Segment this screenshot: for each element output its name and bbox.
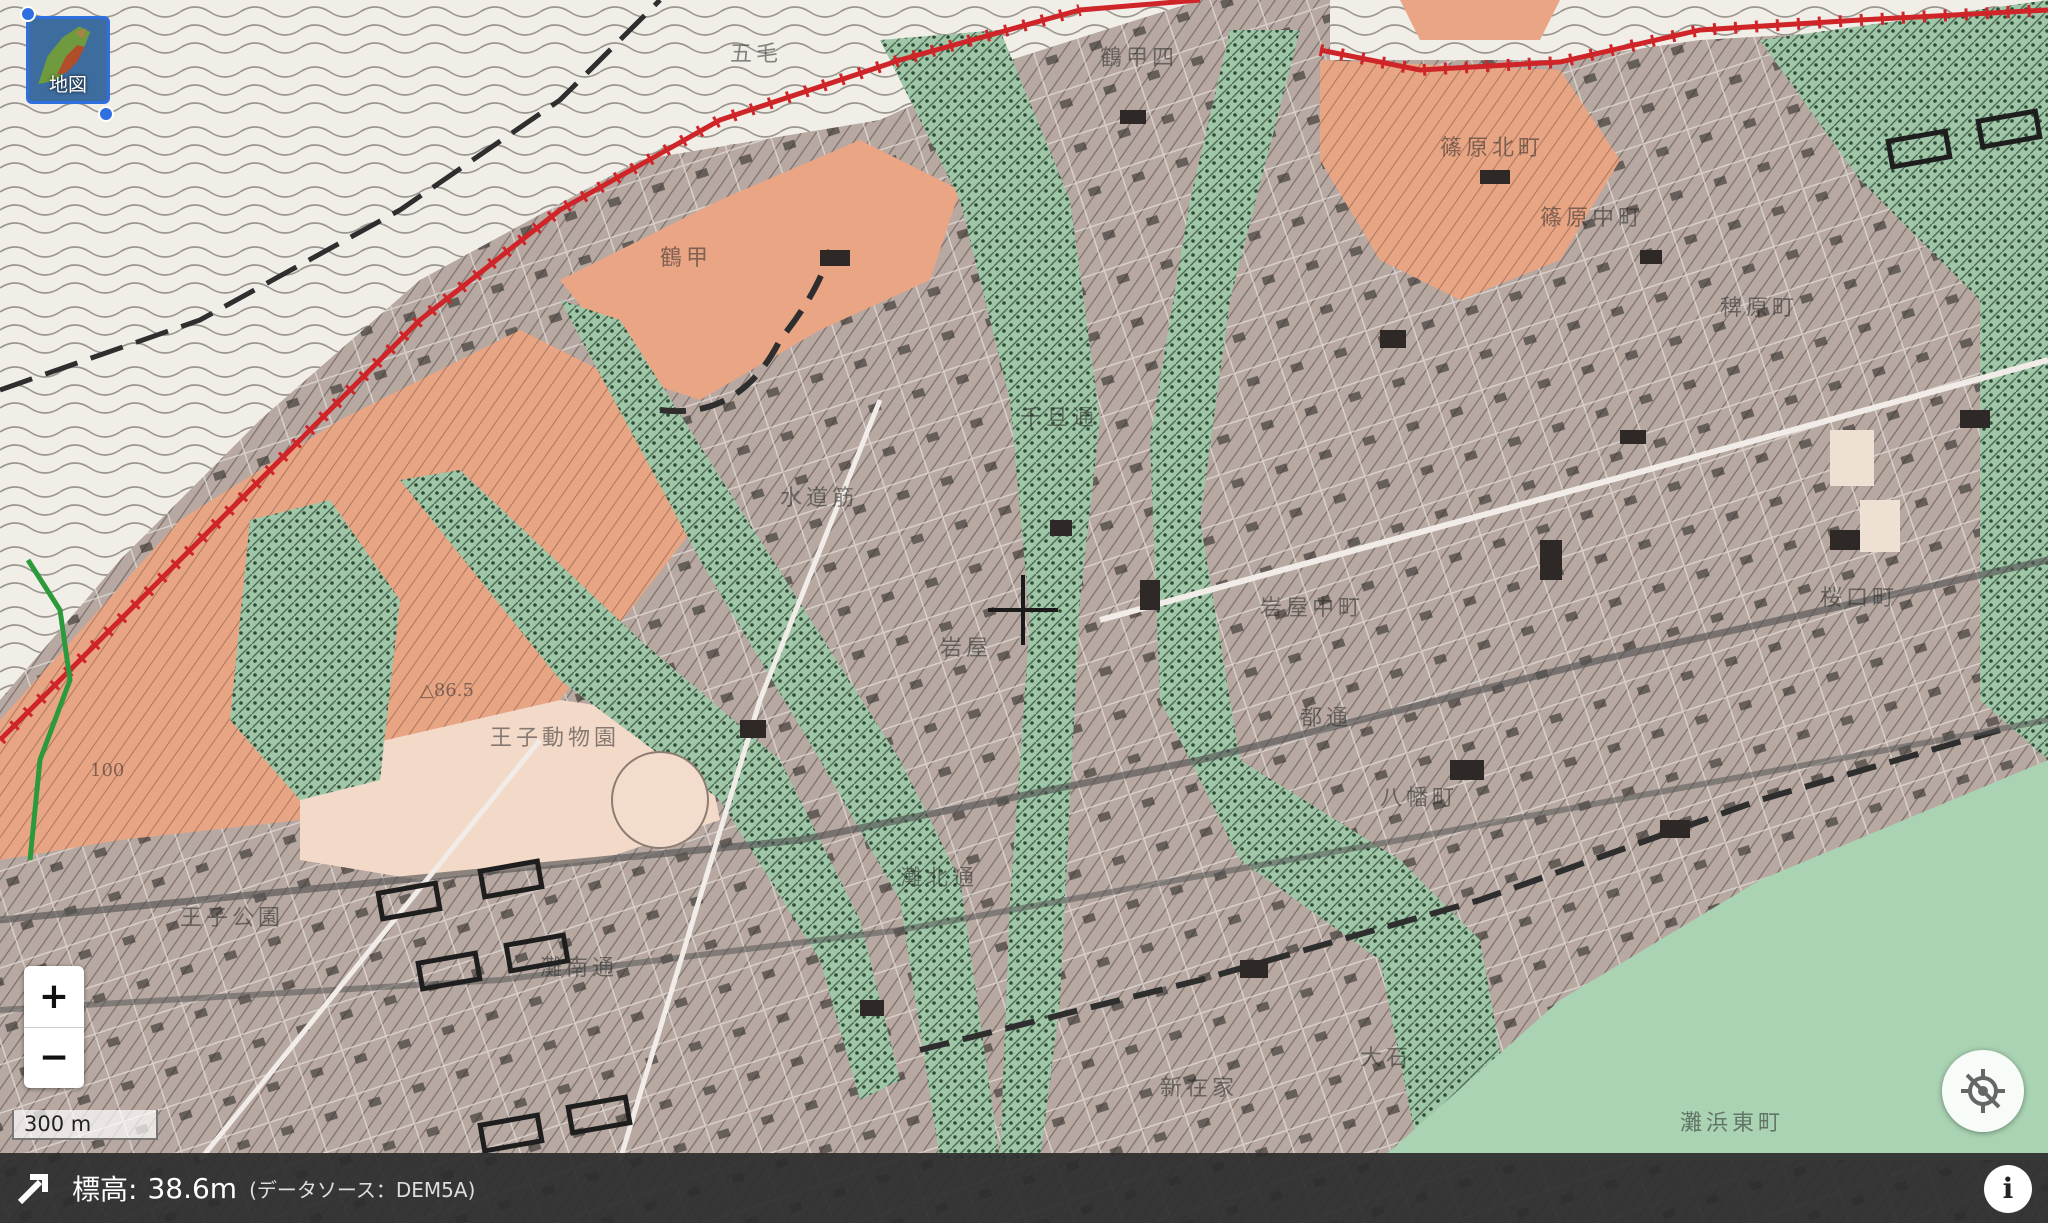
contour-value-label: 100 [90,760,125,781]
place-label: 篠原中町 [1540,206,1645,231]
place-label: 水道筋 [780,486,859,511]
place-label: 八幡町 [1380,786,1459,811]
resize-handle-top[interactable] [20,6,36,22]
place-label: 岩屋 [940,636,993,661]
open-lot [1860,500,1900,552]
place-label: 五毛 [730,42,783,67]
locate-button[interactable] [1942,1050,2024,1132]
scale-label: 300 m [24,1112,92,1136]
layer-switch-label: 地図 [48,74,87,96]
place-label: 千旦通 [1020,406,1099,431]
place-label: 都通 [1300,706,1353,731]
zoom-in-button[interactable]: + [24,966,84,1026]
zoom-control: + − [24,966,84,1088]
spot-height-label: △86.5 [420,680,474,701]
info-button[interactable]: i [1984,1165,2032,1213]
resize-handle-bottom[interactable] [98,106,114,122]
place-label: 篠原北町 [1440,136,1545,161]
place-label: 王子公園 [180,906,285,931]
place-label: 稗原町 [1720,296,1799,321]
place-label: 鶴甲 [660,246,713,271]
terrace-area-top [1400,0,1560,40]
elevation-label: 標高: [72,1173,138,1206]
park-circle [611,751,709,849]
scale-bar: 300 m [12,1110,158,1140]
place-label: 王子動物園 [490,726,621,751]
layer-switch-button[interactable]: 地図 [26,16,110,104]
place-label: 灘北通 [900,866,979,891]
place-label: 灘南通 [540,956,619,981]
elevation-info-bar: 標高: 38.6m (データソース：DEM5A) i [0,1153,2048,1223]
locate-off-icon [1961,1069,2005,1113]
data-source-text: (データソース：DEM5A) [249,1177,476,1202]
place-label: 大石 [1360,1046,1413,1071]
place-label: 岩屋中町 [1260,596,1365,621]
place-label: 桜口町 [1820,586,1899,611]
place-label: 新在家 [1160,1076,1239,1101]
place-label: 灘浜東町 [1680,1111,1785,1136]
expand-arrow-icon[interactable] [16,1170,52,1206]
crosshair-icon [988,575,1058,645]
place-label: 鶴甲四 [1100,46,1179,71]
zoom-out-button[interactable]: − [24,1027,84,1087]
elevation-value: 38.6m [147,1171,238,1205]
open-lot [1830,430,1874,486]
